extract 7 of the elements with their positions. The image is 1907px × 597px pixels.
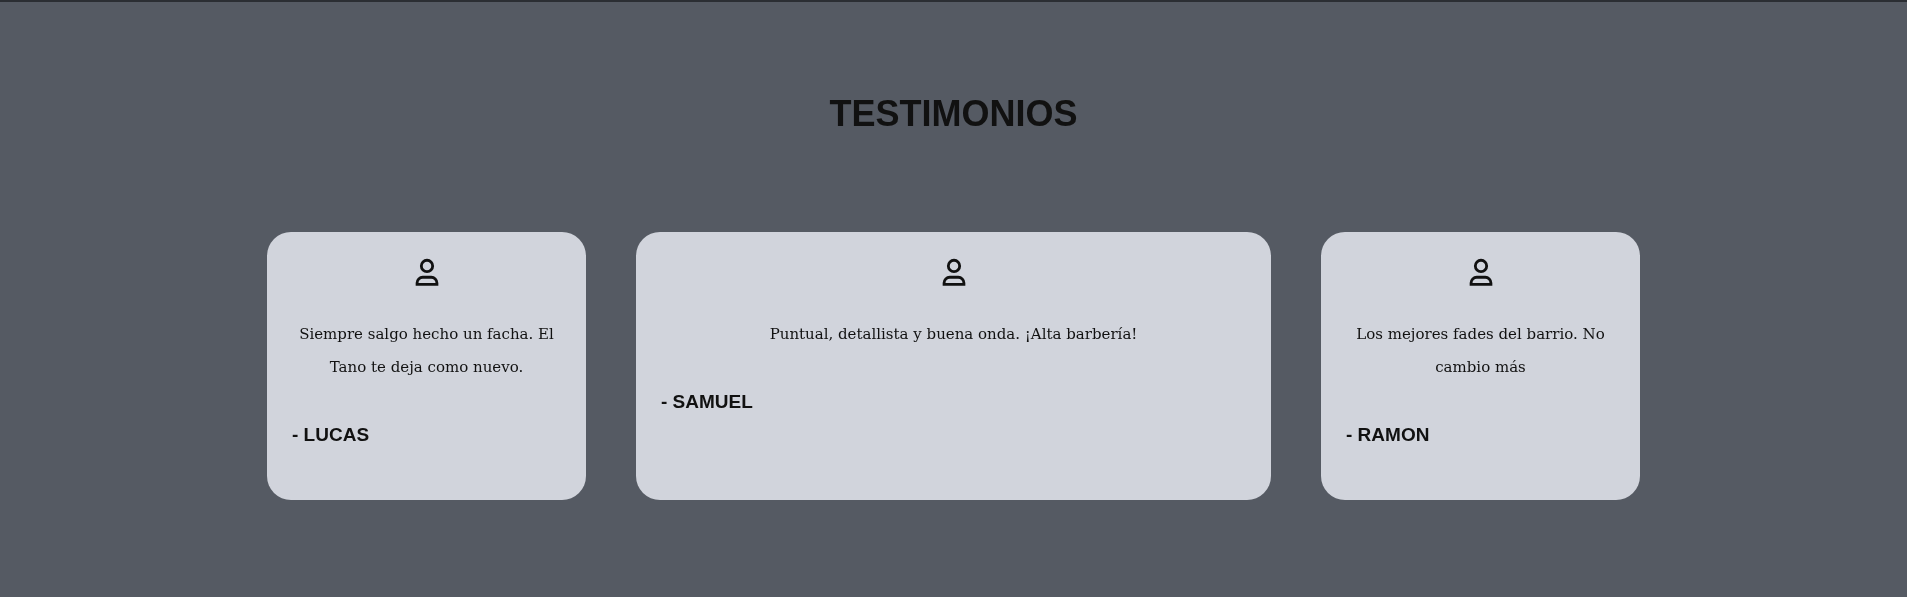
author-name: - RAMON bbox=[1346, 424, 1430, 446]
section-title: TESTIMONIOS bbox=[828, 92, 1079, 134]
testimonial-text: Siempre salgo hecho un facha. El Tano te deja como nuevo. bbox=[298, 324, 555, 378]
author-name: - SAMUEL bbox=[661, 391, 753, 413]
author-name: - LUCAS bbox=[292, 424, 370, 446]
testimonial-text: Puntual, detallista y buena onda. ¡Alta barbería! bbox=[769, 324, 1138, 345]
testimonial-text: Los mejores fades del barrio. No cambio más bbox=[1355, 324, 1606, 378]
